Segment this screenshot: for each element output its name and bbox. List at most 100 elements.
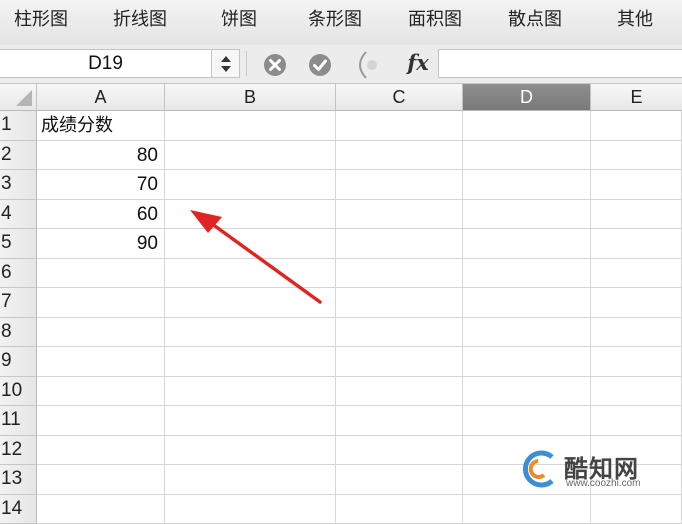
cell-c6[interactable] [336,259,463,289]
column-header-e[interactable]: E [591,84,682,110]
cell-b11[interactable] [165,406,336,436]
bar-chart-button[interactable]: 柱形图 [14,0,68,40]
row-header[interactable]: 8 [0,318,37,348]
cell-c9[interactable] [336,347,463,377]
cell-a7[interactable] [37,288,165,318]
row-header[interactable]: 3 [0,170,37,200]
cell-c10[interactable] [336,377,463,407]
cell-b2[interactable] [165,141,336,171]
cell-d14[interactable] [463,495,591,524]
cell-a10[interactable] [37,377,165,407]
cell-a11[interactable] [37,406,165,436]
cell-a5[interactable]: 90 [37,229,165,259]
cell-e14[interactable] [591,495,682,524]
cell-c8[interactable] [336,318,463,348]
column-header-b[interactable]: B [165,84,336,110]
row-header[interactable]: 2 [0,141,37,171]
cell-c14[interactable] [336,495,463,524]
formula-input[interactable] [438,49,682,78]
cell-e7[interactable] [591,288,682,318]
cell-a1[interactable]: 成绩分数 [37,111,165,141]
cell-b4[interactable] [165,200,336,230]
cell-c4[interactable] [336,200,463,230]
cell-e10[interactable] [591,377,682,407]
cell-a2[interactable]: 80 [37,141,165,171]
row-header[interactable]: 10 [0,377,37,407]
cell-d9[interactable] [463,347,591,377]
cell-b6[interactable] [165,259,336,289]
cell-d10[interactable] [463,377,591,407]
cell-e11[interactable] [591,406,682,436]
cell-b8[interactable] [165,318,336,348]
cell-a3[interactable]: 70 [37,170,165,200]
function-icon[interactable] [352,50,398,80]
row-header[interactable]: 4 [0,200,37,230]
row-header[interactable]: 5 [0,229,37,259]
cell-d11[interactable] [463,406,591,436]
cell-a4[interactable]: 60 [37,200,165,230]
cell-e5[interactable] [591,229,682,259]
cell-a14[interactable] [37,495,165,524]
cell-d6[interactable] [463,259,591,289]
column-header-d[interactable]: D [463,84,591,110]
cell-e4[interactable] [591,200,682,230]
cell-c11[interactable] [336,406,463,436]
cell-b1[interactable] [165,111,336,141]
cell-c2[interactable] [336,141,463,171]
cell-b14[interactable] [165,495,336,524]
name-box[interactable]: D19 [0,49,212,78]
cell-d3[interactable] [463,170,591,200]
row-header[interactable]: 14 [0,495,37,524]
other-charts-button[interactable]: 其他 [617,0,653,40]
cell-b9[interactable] [165,347,336,377]
cell-b3[interactable] [165,170,336,200]
cell-e3[interactable] [591,170,682,200]
line-chart-button[interactable]: 折线图 [113,0,167,40]
row-header[interactable]: 9 [0,347,37,377]
row-header[interactable]: 11 [0,406,37,436]
cell-b7[interactable] [165,288,336,318]
cancel-icon[interactable] [263,53,287,77]
cell-c12[interactable] [336,436,463,466]
cell-a12[interactable] [37,436,165,466]
cell-d2[interactable] [463,141,591,171]
row-header[interactable]: 7 [0,288,37,318]
row-header[interactable]: 12 [0,436,37,466]
cell-e2[interactable] [591,141,682,171]
cell-b10[interactable] [165,377,336,407]
cell-c13[interactable] [336,465,463,495]
cell-a9[interactable] [37,347,165,377]
cell-c7[interactable] [336,288,463,318]
cell-e8[interactable] [591,318,682,348]
cell-d5[interactable] [463,229,591,259]
row-header[interactable]: 6 [0,259,37,289]
pie-chart-button[interactable]: 饼图 [221,0,257,40]
cell-b13[interactable] [165,465,336,495]
scatter-chart-button[interactable]: 散点图 [508,0,562,40]
insert-function-icon[interactable]: fx [398,49,438,78]
cell-b12[interactable] [165,436,336,466]
cell-c5[interactable] [336,229,463,259]
cell-a13[interactable] [37,465,165,495]
cell-d8[interactable] [463,318,591,348]
select-all-corner[interactable] [0,84,37,110]
column-header-a[interactable]: A [37,84,165,110]
cell-d1[interactable] [463,111,591,141]
row-header[interactable]: 13 [0,465,37,495]
cell-d4[interactable] [463,200,591,230]
cell-a8[interactable] [37,318,165,348]
area-chart-button[interactable]: 面积图 [408,0,462,40]
cell-d7[interactable] [463,288,591,318]
cell-a6[interactable] [37,259,165,289]
cell-c1[interactable] [336,111,463,141]
cell-e9[interactable] [591,347,682,377]
stepper-icon[interactable] [212,49,240,78]
confirm-icon[interactable] [308,53,332,77]
column-header-c[interactable]: C [336,84,463,110]
horizontal-bar-chart-button[interactable]: 条形图 [308,0,362,40]
cell-e1[interactable] [591,111,682,141]
cell-e6[interactable] [591,259,682,289]
cell-b5[interactable] [165,229,336,259]
cell-c3[interactable] [336,170,463,200]
row-header[interactable]: 1 [0,111,37,141]
